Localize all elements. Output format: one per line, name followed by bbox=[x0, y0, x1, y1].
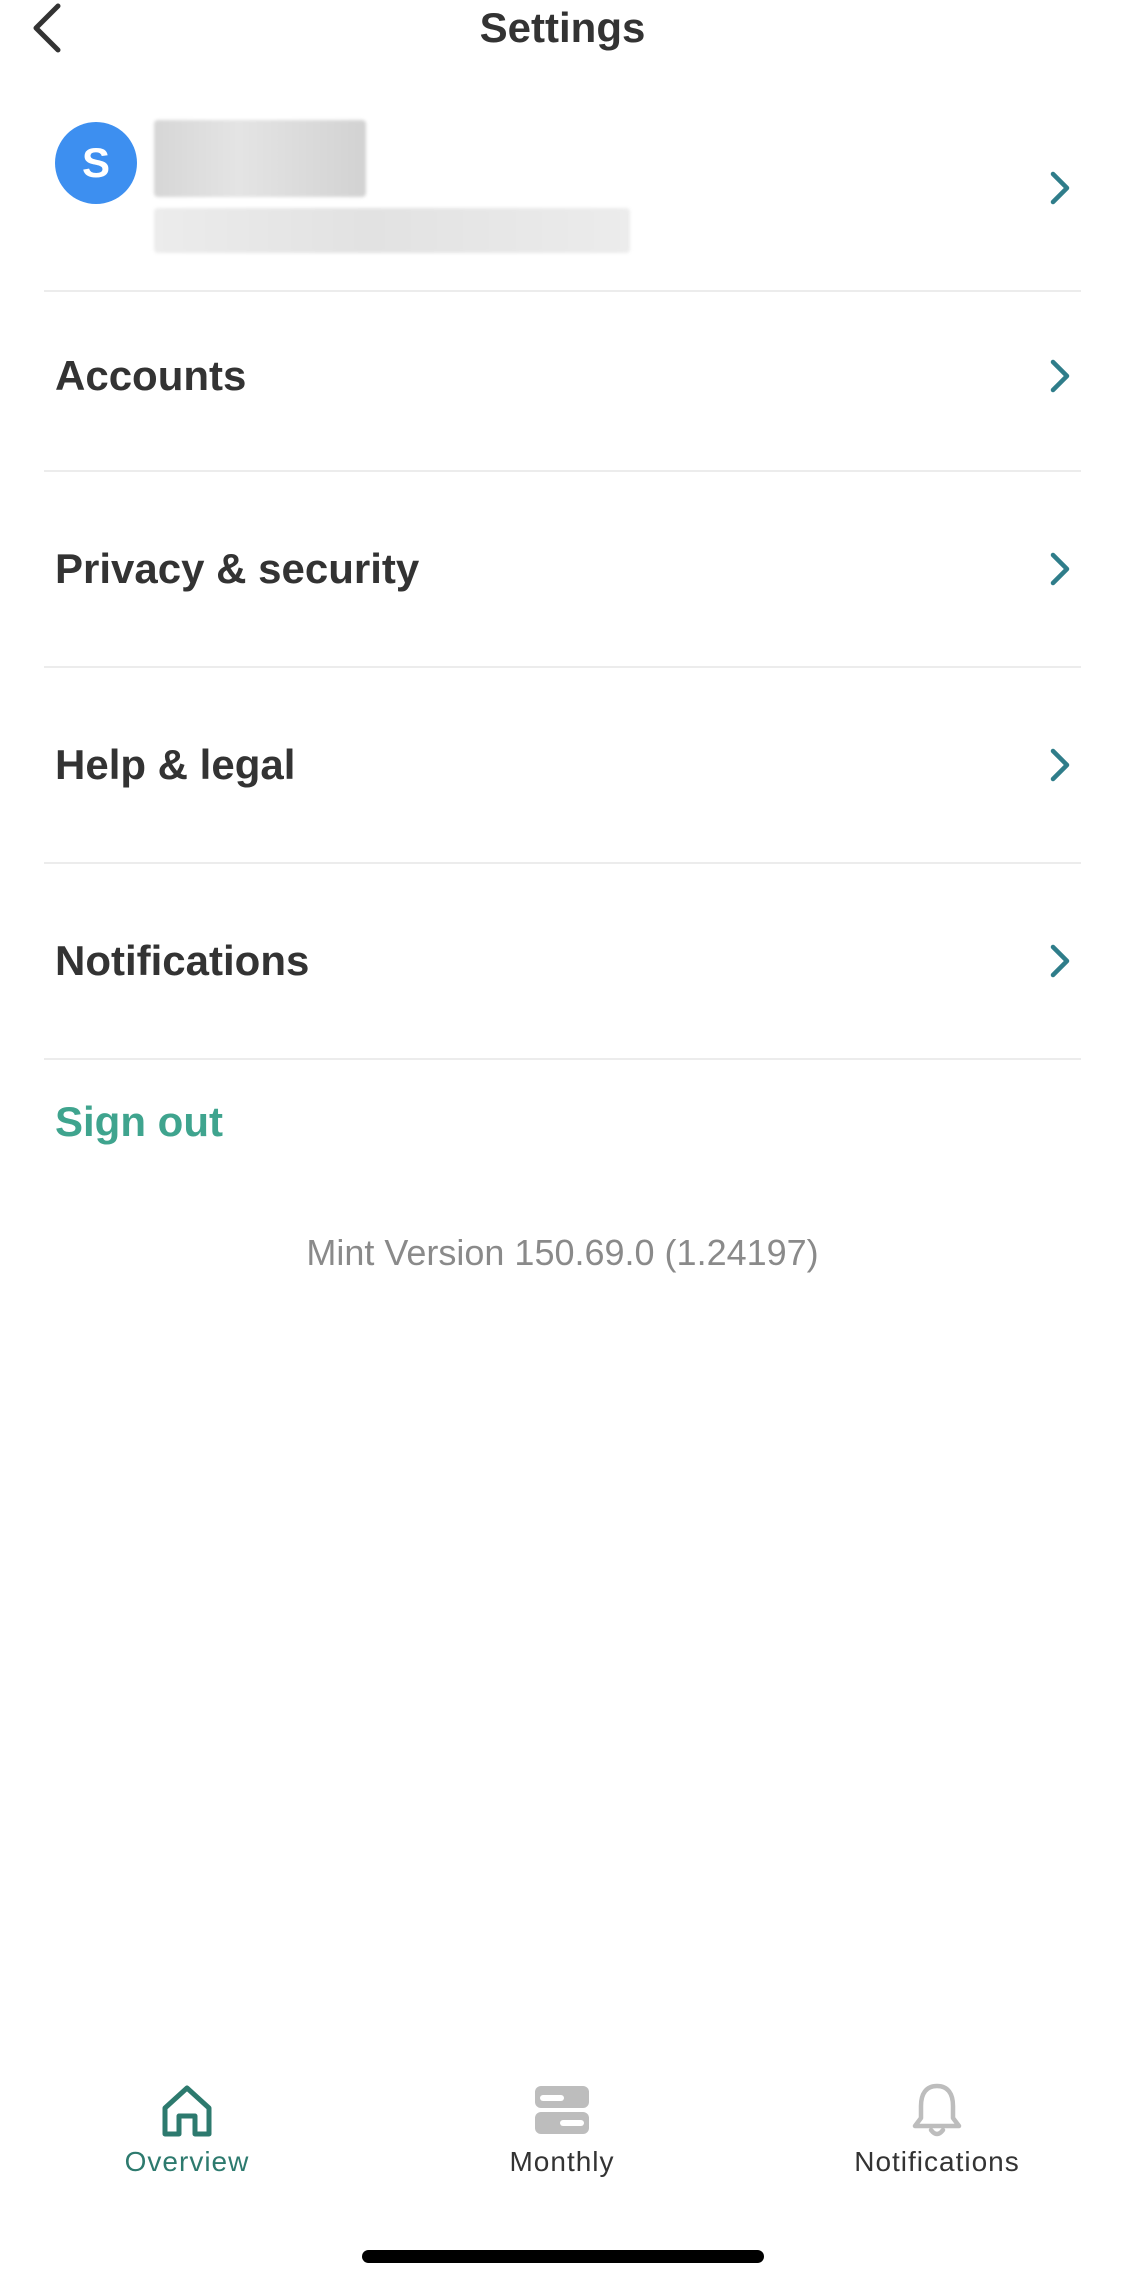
chevron-right-icon bbox=[1047, 941, 1073, 981]
menu-item-accounts[interactable]: Accounts bbox=[44, 282, 1081, 472]
menu-item-label: Help & legal bbox=[55, 741, 296, 788]
profile-row[interactable]: S bbox=[44, 110, 1081, 292]
menu-item-label: Privacy & security bbox=[55, 545, 420, 592]
menu-item-label: Notifications bbox=[55, 937, 310, 984]
menu-item-help-legal[interactable]: Help & legal bbox=[44, 668, 1081, 864]
tab-label: Notifications bbox=[854, 2146, 1020, 2177]
profile-name-redacted bbox=[154, 120, 366, 197]
tab-overview[interactable]: Overview bbox=[57, 2070, 317, 2200]
header: Settings bbox=[0, 0, 1125, 70]
page-title: Settings bbox=[479, 4, 646, 51]
monthly-icon bbox=[535, 2086, 589, 2134]
sign-out-button[interactable]: Sign out bbox=[55, 1098, 223, 1146]
tab-notifications[interactable]: Notifications bbox=[807, 2070, 1067, 2200]
chevron-right-icon bbox=[1047, 745, 1073, 785]
chevron-right-icon bbox=[1047, 356, 1073, 396]
tab-monthly[interactable]: Monthly bbox=[432, 2070, 692, 2200]
chevron-right-icon bbox=[1047, 168, 1073, 208]
menu-item-label: Accounts bbox=[55, 352, 247, 399]
home-icon bbox=[162, 2085, 212, 2137]
menu-item-privacy-security[interactable]: Privacy & security bbox=[44, 472, 1081, 668]
tab-bar: Overview Monthly Notifications bbox=[0, 2070, 1125, 2210]
chevron-right-icon bbox=[1047, 549, 1073, 589]
bell-icon bbox=[912, 2083, 962, 2137]
home-indicator bbox=[362, 2250, 764, 2263]
tab-label: Overview bbox=[124, 2146, 250, 2177]
app-version-text: Mint Version 150.69.0 (1.24197) bbox=[306, 1232, 819, 1273]
tab-label: Monthly bbox=[509, 2146, 615, 2177]
menu-item-notifications[interactable]: Notifications bbox=[44, 864, 1081, 1060]
avatar: S bbox=[55, 122, 137, 204]
profile-email-redacted bbox=[154, 208, 630, 253]
settings-screen: Settings S Accounts Privacy & security H… bbox=[0, 0, 1125, 2284]
